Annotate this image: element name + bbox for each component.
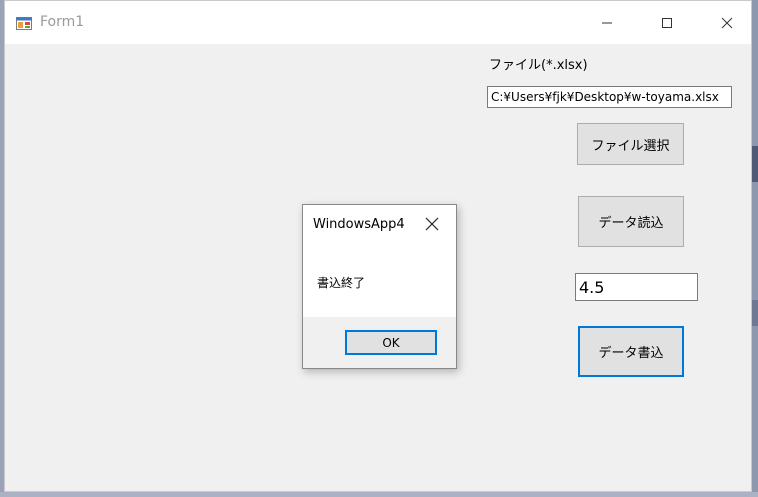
window-title: Form1 <box>40 14 85 30</box>
write-data-button[interactable]: データ書込 <box>578 326 684 377</box>
file-path-input[interactable] <box>487 86 732 108</box>
message-box-dialog: WindowsApp4 書込終了 OK <box>302 204 457 369</box>
maximize-button[interactable] <box>637 1 697 44</box>
file-type-label: ファイル(*.xlsx) <box>489 58 588 73</box>
background-strip-right <box>752 0 758 497</box>
ok-button[interactable]: OK <box>345 330 437 355</box>
maximize-icon <box>662 17 672 28</box>
close-icon <box>721 17 733 28</box>
message-box-text: 書込終了 <box>317 276 366 290</box>
read-data-button[interactable]: データ読込 <box>578 196 684 247</box>
main-window: Form1 ファイル(*.xlsx) ファイル選択 データ読込 データ書込 Wi… <box>4 0 752 492</box>
message-box-title: WindowsApp4 <box>313 217 405 232</box>
minimize-button[interactable] <box>577 1 637 44</box>
form-app-icon <box>16 17 32 30</box>
close-icon[interactable] <box>425 217 439 231</box>
value-input[interactable] <box>575 273 698 301</box>
minimize-icon <box>602 22 612 23</box>
close-button[interactable] <box>697 1 757 44</box>
background-block <box>752 300 758 326</box>
message-box-body: WindowsApp4 書込終了 <box>303 205 456 317</box>
background-strip-bottom <box>0 492 758 497</box>
title-bar[interactable]: Form1 <box>5 1 751 44</box>
select-file-button[interactable]: ファイル選択 <box>577 123 684 165</box>
background-block <box>752 146 758 182</box>
